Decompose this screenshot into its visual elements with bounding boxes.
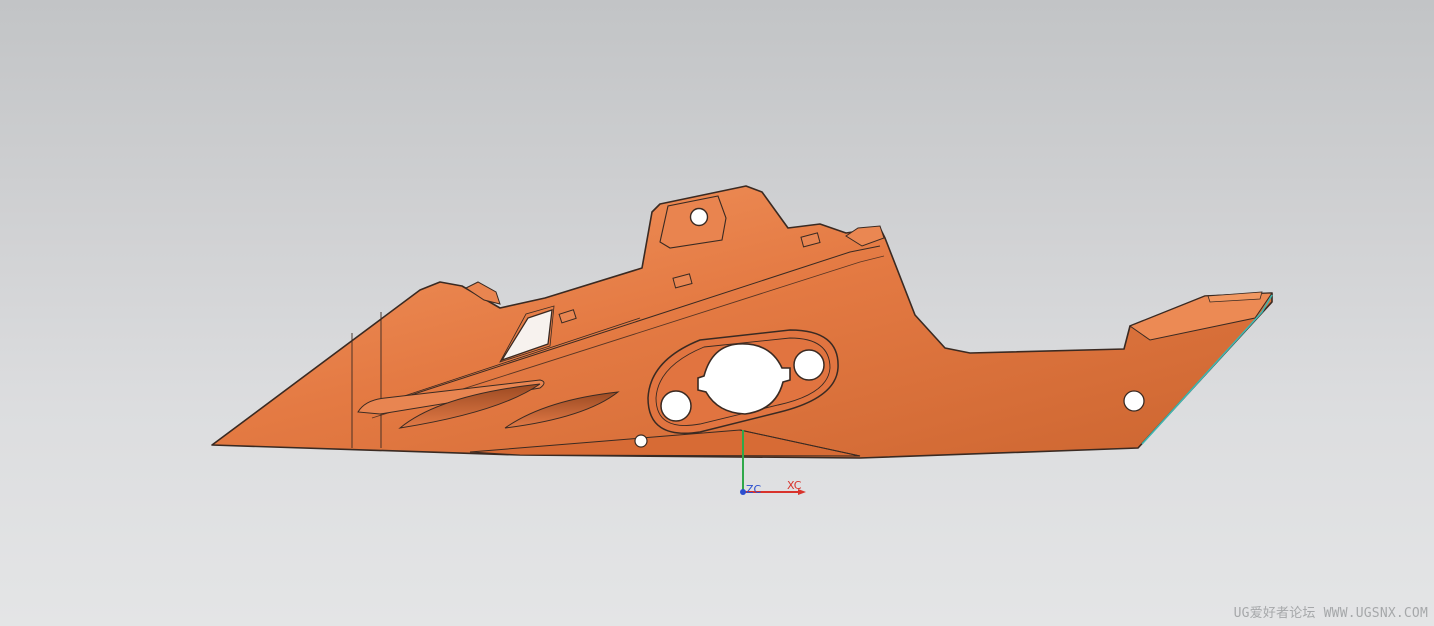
fairing-part[interactable] xyxy=(211,185,1273,459)
mount-hole-top xyxy=(689,207,709,227)
small-hole-lower xyxy=(634,434,648,448)
watermark-text: UG爱好者论坛 WWW.UGSNX.COM xyxy=(1233,606,1428,621)
x-axis-label: XC xyxy=(787,479,802,492)
mount-hole-right xyxy=(793,349,825,381)
mount-hole-left xyxy=(660,390,692,422)
model-canvas[interactable]: ZC XC xyxy=(0,0,1434,626)
small-hole-rear xyxy=(1123,390,1145,412)
graphics-viewport[interactable]: ZC XC UG爱好者论坛 WWW.UGSNX.COM xyxy=(0,0,1434,626)
z-axis-label: ZC xyxy=(746,483,762,496)
